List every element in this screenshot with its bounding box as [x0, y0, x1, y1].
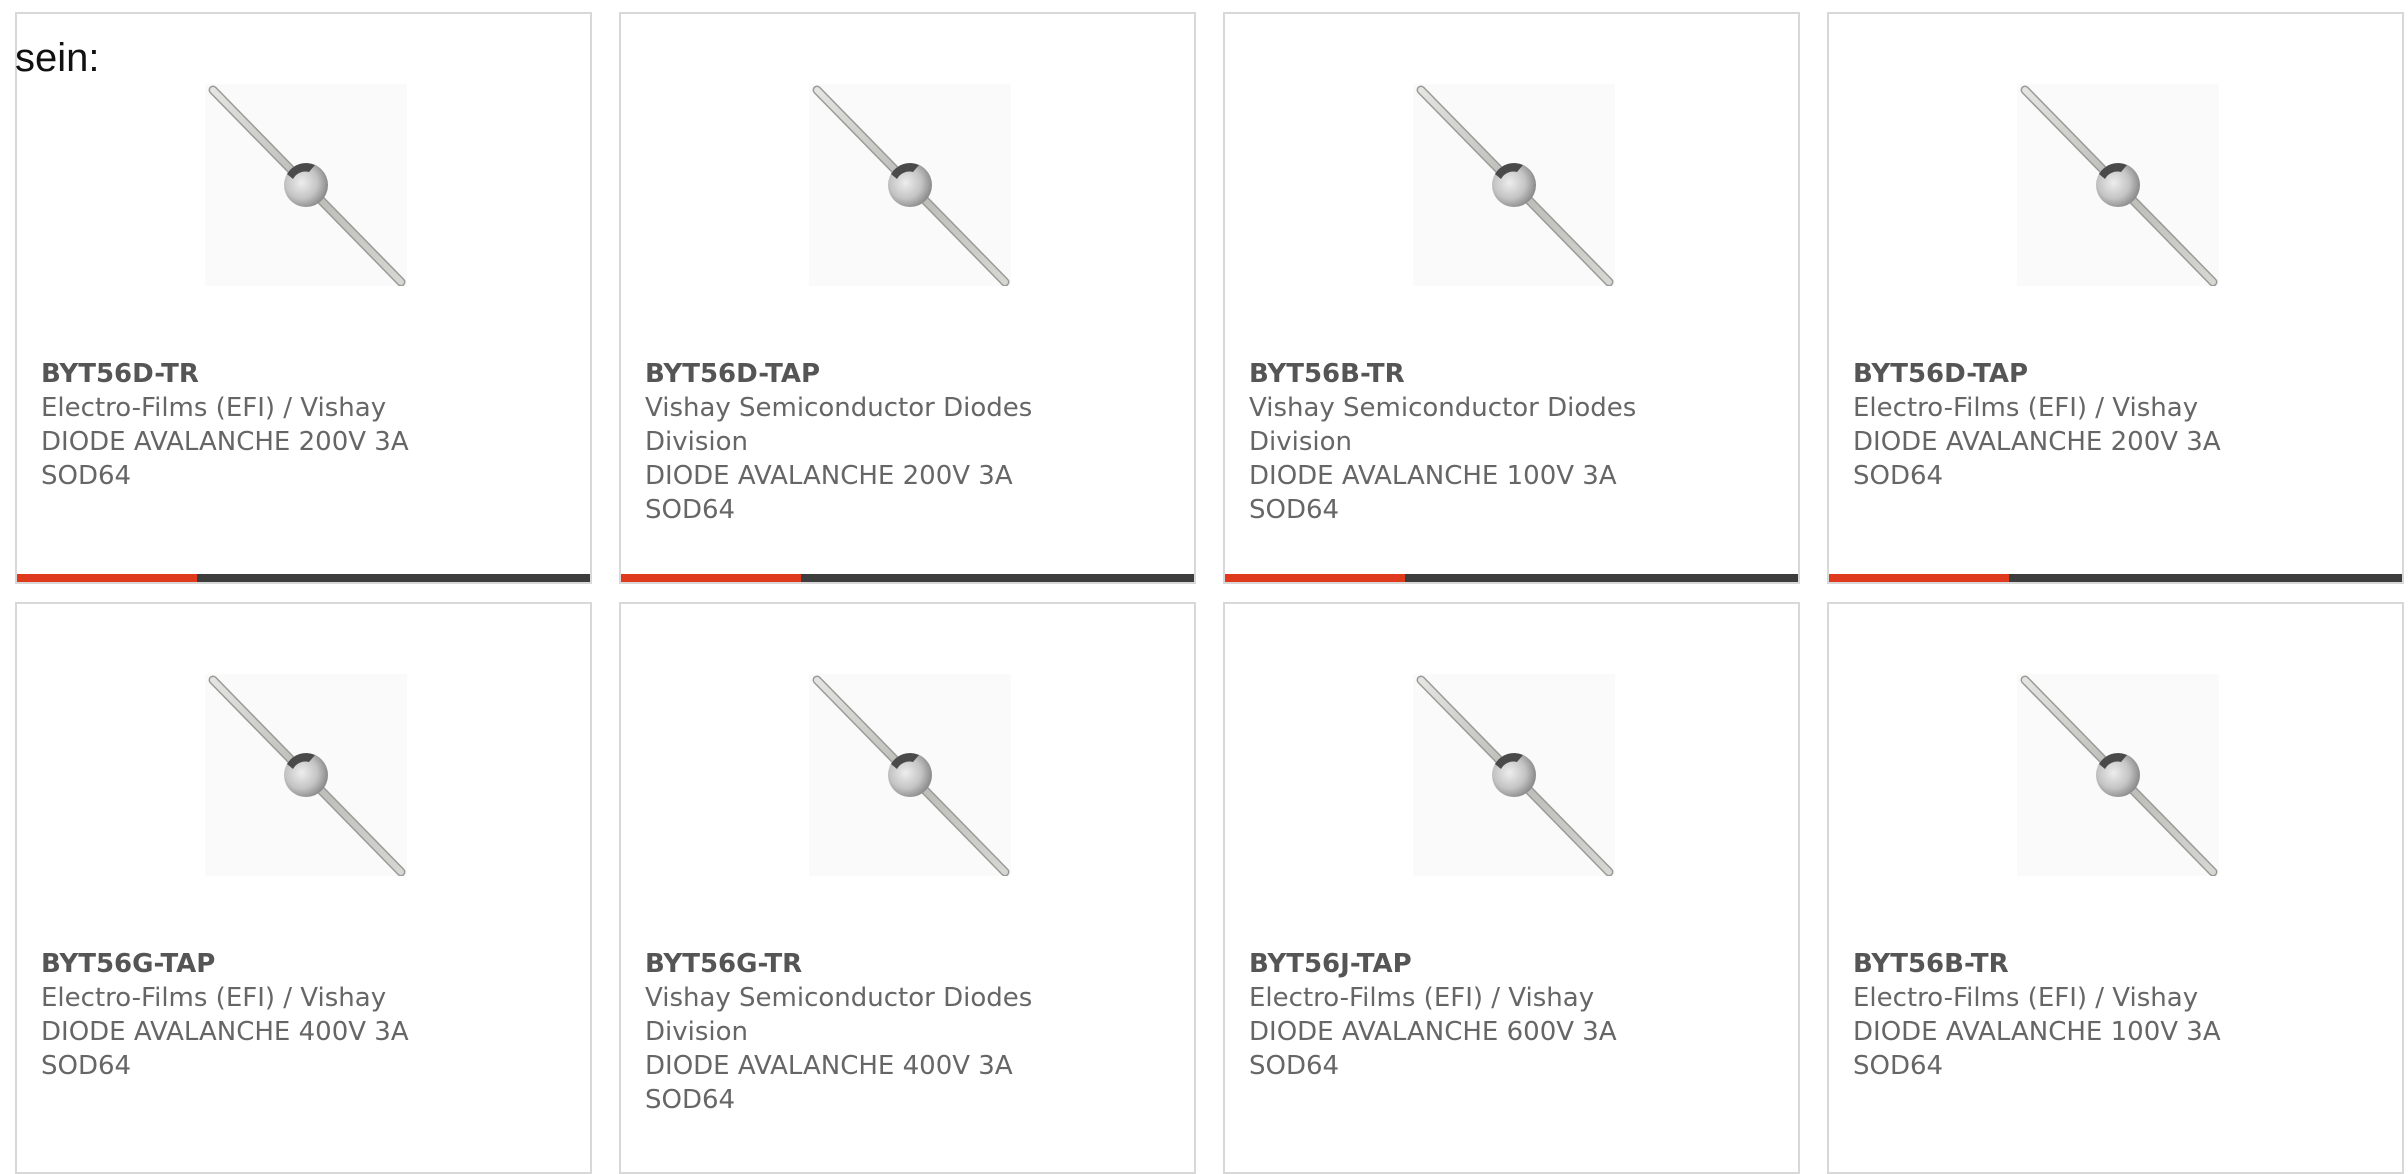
product-detail-line: Electro-Films (EFI) / Vishay [41, 983, 387, 1013]
product-image[interactable] [809, 674, 1011, 876]
part-number-link[interactable]: BYT56B-TR [1249, 357, 1669, 391]
product-detail-line: DIODE AVALANCHE 600V 3A [1249, 1017, 1617, 1047]
product-detail-line: SOD64 [1249, 1051, 1340, 1081]
card-accent-bar [1829, 574, 2402, 582]
product-image[interactable] [2017, 84, 2219, 286]
product-card[interactable]: BYT56D-TAP Vishay Semiconductor Diodes Div… [619, 12, 1196, 584]
product-detail-line: DIODE AVALANCHE 200V 3A [1853, 427, 2221, 457]
accent-segment [17, 574, 198, 582]
product-card[interactable]: BYT56G-TR Vishay Semiconductor Diodes Divi… [619, 602, 1196, 1174]
card-accent-bar [17, 574, 590, 582]
product-info: BYT56B-TR Electro-Films (EFI) / Vishay DIO… [1853, 947, 2273, 1083]
product-info: BYT56G-TR Vishay Semiconductor Diodes Divi… [645, 947, 1065, 1117]
product-card[interactable]: BYT56G-TAP Electro-Films (EFI) / Vishay DI… [15, 602, 592, 1174]
product-detail-line: DIODE AVALANCHE 100V 3A [1853, 1017, 2221, 1047]
product-card[interactable]: BYT56D-TAP Electro-Films (EFI) / Vishay DI… [1827, 12, 2404, 584]
product-image[interactable] [1413, 84, 1615, 286]
section-heading: sein: [15, 36, 100, 80]
product-detail-line: DIODE AVALANCHE 400V 3A [645, 1051, 1013, 1081]
product-detail-line: SOD64 [645, 1085, 736, 1115]
product-detail-line: DIODE AVALANCHE 100V 3A [1249, 461, 1617, 491]
part-number-link[interactable]: BYT56D-TAP [1853, 357, 2273, 391]
product-info: BYT56D-TAP Vishay Semiconductor Diodes Div… [645, 357, 1065, 527]
part-number-link[interactable]: BYT56G-TR [645, 947, 1065, 981]
product-detail-line: Electro-Films (EFI) / Vishay [1249, 983, 1595, 1013]
product-detail-line: Division [1249, 427, 1353, 457]
product-image[interactable] [205, 674, 407, 876]
accent-segment [1829, 574, 2010, 582]
accent-segment [621, 574, 802, 582]
product-detail-line: Electro-Films (EFI) / Vishay [1853, 393, 2199, 423]
accent-segment [1225, 574, 1406, 582]
product-image[interactable] [1413, 674, 1615, 876]
product-info: BYT56B-TR Vishay Semiconductor Diodes Divi… [1249, 357, 1669, 527]
part-number-link[interactable]: BYT56B-TR [1853, 947, 2273, 981]
part-number-link[interactable]: BYT56J-TAP [1249, 947, 1669, 981]
product-info: BYT56D-TAP Electro-Films (EFI) / Vishay DI… [1853, 357, 2273, 493]
product-info: BYT56D-TR Electro-Films (EFI) / Vishay DIO… [41, 357, 461, 493]
product-detail-line: Vishay Semiconductor Diodes [1249, 393, 1637, 423]
product-detail-line: Division [645, 427, 749, 457]
product-image[interactable] [2017, 674, 2219, 876]
product-info: BYT56J-TAP Electro-Films (EFI) / Vishay DI… [1249, 947, 1669, 1083]
product-image[interactable] [809, 84, 1011, 286]
product-detail-line: SOD64 [41, 1051, 132, 1081]
product-card[interactable]: BYT56J-TAP Electro-Films (EFI) / Vishay DI… [1223, 602, 1800, 1174]
product-detail-line: SOD64 [1853, 461, 1944, 491]
product-detail-line: Vishay Semiconductor Diodes [645, 393, 1033, 423]
product-detail-line: DIODE AVALANCHE 200V 3A [41, 427, 409, 457]
product-detail-line: DIODE AVALANCHE 400V 3A [41, 1017, 409, 1047]
product-card[interactable]: BYT56B-TR Electro-Films (EFI) / Vishay DIO… [1827, 602, 2404, 1174]
product-card[interactable]: BYT56D-TR Electro-Films (EFI) / Vishay DIO… [15, 12, 592, 584]
card-accent-bar [1225, 574, 1798, 582]
product-detail-line: SOD64 [1249, 495, 1340, 525]
product-detail-line: Vishay Semiconductor Diodes [645, 983, 1033, 1013]
part-number-link[interactable]: BYT56G-TAP [41, 947, 461, 981]
product-info: BYT56G-TAP Electro-Films (EFI) / Vishay DI… [41, 947, 461, 1083]
product-image[interactable] [205, 84, 407, 286]
part-number-link[interactable]: BYT56D-TAP [645, 357, 1065, 391]
part-number-link[interactable]: BYT56D-TR [41, 357, 461, 391]
product-detail-line: Division [645, 1017, 749, 1047]
product-detail-line: SOD64 [645, 495, 736, 525]
product-detail-line: SOD64 [1853, 1051, 1944, 1081]
product-detail-line: SOD64 [41, 461, 132, 491]
card-accent-bar [621, 574, 1194, 582]
product-detail-line: Electro-Films (EFI) / Vishay [1853, 983, 2199, 1013]
product-detail-line: Electro-Films (EFI) / Vishay [41, 393, 387, 423]
product-detail-line: DIODE AVALANCHE 200V 3A [645, 461, 1013, 491]
product-card[interactable]: BYT56B-TR Vishay Semiconductor Diodes Divi… [1223, 12, 1800, 584]
